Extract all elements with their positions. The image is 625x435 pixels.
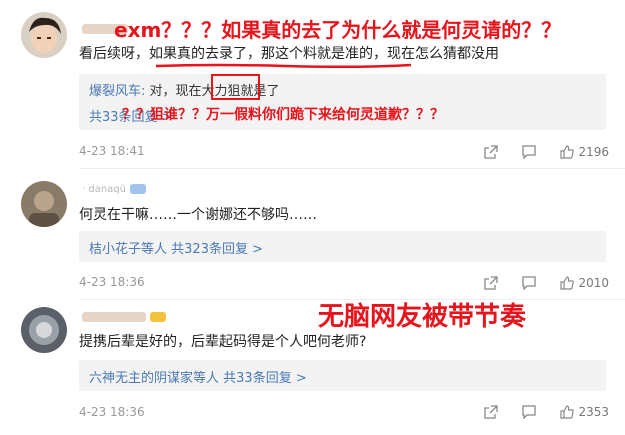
share-icon[interactable] [484,276,499,290]
reply-box[interactable]: 桔小花子等人 共323条回复 > [79,231,606,262]
username[interactable] [82,310,166,323]
comment-text: 何灵在干嘛……一个谢娜还不够吗…… [79,207,317,223]
comment-text: 提携后辈是好的，后辈起码得是个人吧何老师? [79,334,367,350]
comment-icon[interactable] [522,276,537,290]
reply-line: 桔小花子等人 共323条回复 > [89,238,263,257]
like-icon[interactable] [560,405,575,419]
comment-3: 提携后辈是好的，后辈起码得是个人吧何老师? 六神无主的阴谋家等人 共33条回复 … [0,300,625,435]
vip-icon [129,184,146,194]
reply-users[interactable]: 桔小花子等人 [89,242,167,257]
more-replies-link[interactable]: 共323条回复 > [171,242,263,257]
red-underline [155,63,412,69]
like-count: 2353 [578,405,609,419]
comment-time: 4-23 18:36 [79,275,145,289]
like-icon[interactable] [560,276,575,290]
avatar[interactable] [21,307,67,353]
comment-time: 4-23 18:41 [79,144,145,158]
annotation-top: exm？？？如果真的去了为什么就是何灵请的？？ [114,18,562,42]
comment-actions: 2353 [460,402,609,422]
vip-icon [150,312,166,322]
comment-actions: 2010 [460,273,609,293]
comment-time: 4-23 18:36 [79,405,145,419]
share-icon[interactable] [484,405,499,419]
comment-text: 看后续呀，如果真的去录了，那这个料就是准的，现在怎么猜都没用 [79,46,499,62]
comment-actions: 2196 [460,142,609,162]
share-icon[interactable] [484,145,499,159]
reply-author[interactable]: 爆裂风车: [89,84,145,99]
avatar[interactable] [21,181,67,227]
comment-icon[interactable] [522,405,537,419]
like-count: 2010 [578,276,609,290]
reply-line: 六神无主的阴谋家等人 共33条回复 > [89,367,307,386]
comment-icon[interactable] [522,145,537,159]
more-replies-link[interactable]: 共33条回复 > [223,371,307,386]
username[interactable]: · danaqü [82,182,146,195]
reply-users[interactable]: 六神无主的阴谋家等人 [89,371,219,386]
red-box [211,74,260,100]
annotation-middle: ？？狙谁？？万一假料你们跪下来给何灵道歉？？？ [122,107,444,123]
like-count: 2196 [578,145,609,159]
comment-2: · danaqü 何灵在干嘛……一个谢娜还不够吗…… 桔小花子等人 共323条回… [0,169,625,300]
reply-box[interactable]: 六神无主的阴谋家等人 共33条回复 > [79,360,606,391]
like-icon[interactable] [560,145,575,159]
avatar[interactable] [21,12,67,58]
